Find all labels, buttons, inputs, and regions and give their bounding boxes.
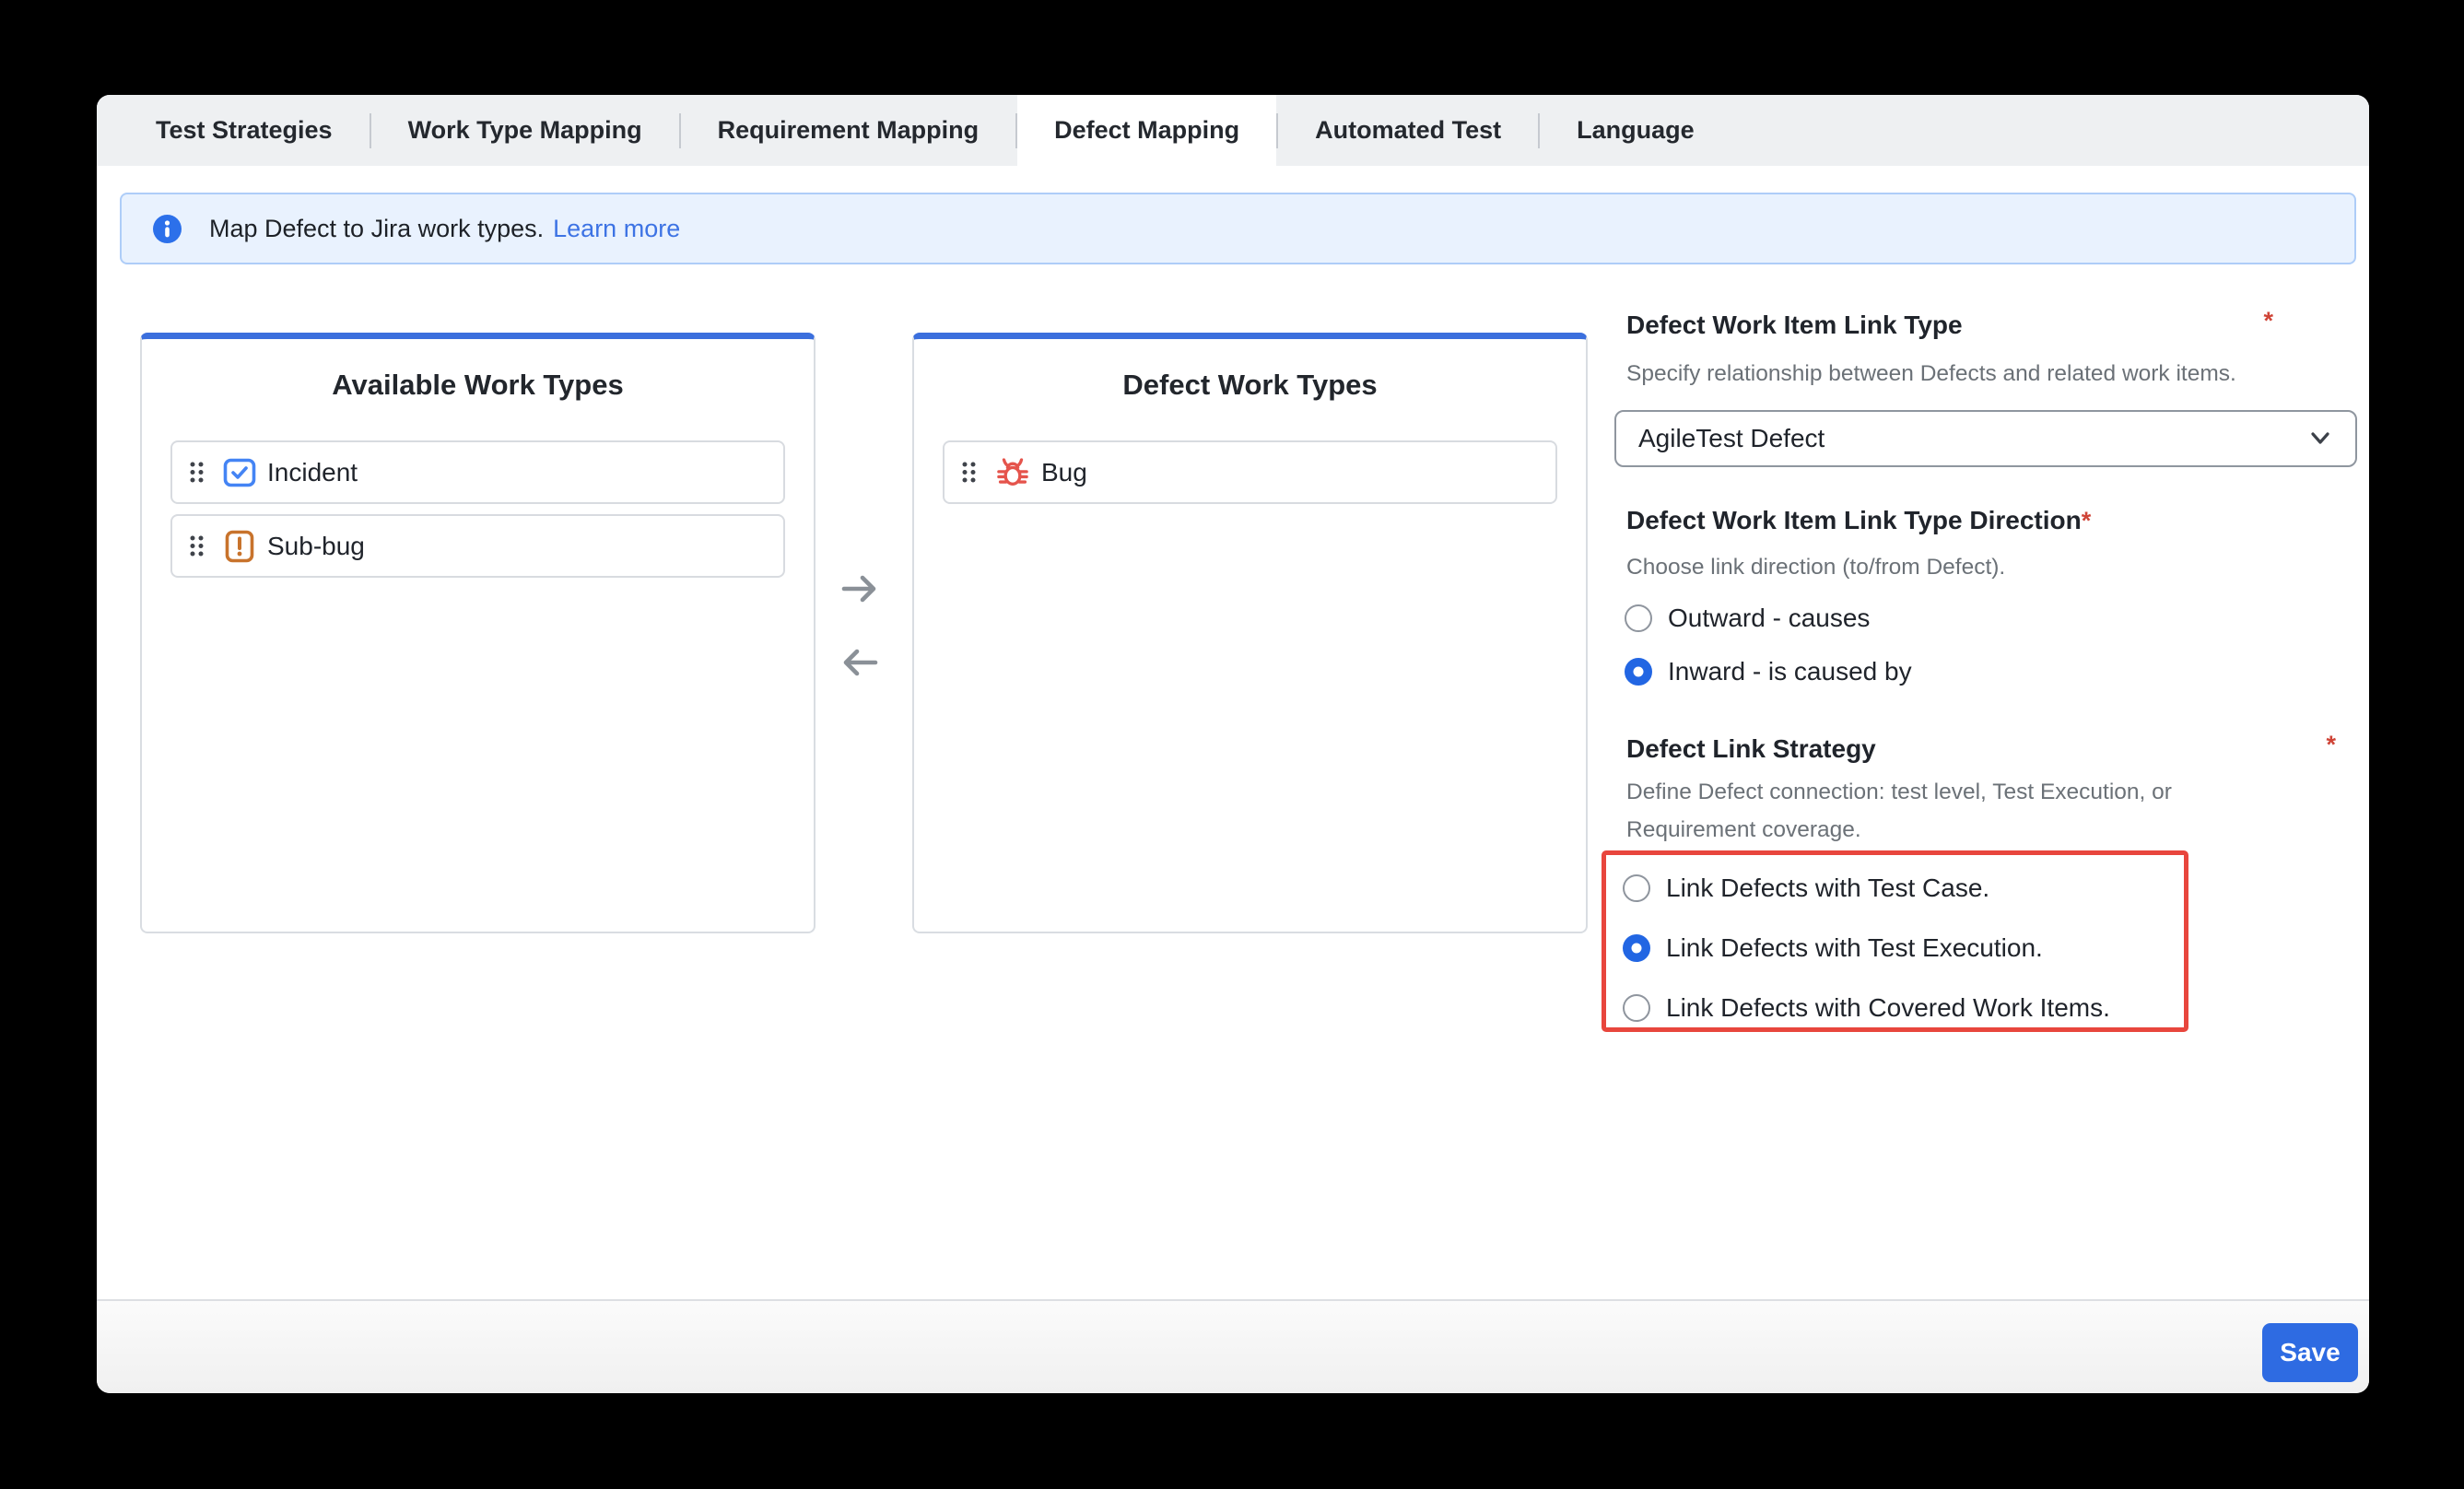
radio-link-defects-covered-work-items[interactable]: Link Defects with Covered Work Items.	[1623, 993, 2110, 1023]
required-asterisk: *	[2082, 507, 2092, 534]
info-banner: Map Defect to Jira work types. Learn mor…	[120, 193, 2356, 264]
radio-circle-icon[interactable]	[1625, 604, 1652, 632]
work-item-label: Sub-bug	[267, 532, 365, 561]
radio-outward-causes[interactable]: Outward - causes	[1625, 604, 1870, 633]
panel-title: Defect Work Types	[914, 369, 1586, 402]
radio-label: Link Defects with Test Execution.	[1666, 933, 2043, 963]
radio-link-defects-test-execution[interactable]: Link Defects with Test Execution.	[1623, 933, 2043, 963]
tab-defect-mapping[interactable]: Defect Mapping	[1017, 95, 1276, 166]
radio-circle-icon[interactable]	[1623, 934, 1650, 962]
radio-label: Link Defects with Test Case.	[1666, 873, 1989, 903]
panel-title: Available Work Types	[142, 369, 814, 402]
link-type-label: Defect Work Item Link Type	[1626, 311, 1963, 340]
work-item-incident[interactable]: Incident	[170, 440, 785, 504]
move-left-arrow-icon[interactable]	[839, 646, 880, 679]
link-type-description: Specify relationship between Defects and…	[1626, 355, 2236, 393]
radio-inward-is-caused-by[interactable]: Inward - is caused by	[1625, 657, 1912, 686]
footer-bar: Save	[97, 1299, 2369, 1393]
drag-handle-icon[interactable]	[961, 460, 977, 485]
strategy-description: Define Defect connection: test level, Te…	[1626, 773, 2179, 849]
chevron-down-icon	[2307, 429, 2333, 448]
incident-icon	[223, 456, 256, 489]
radio-circle-icon[interactable]	[1623, 874, 1650, 902]
required-asterisk: *	[2326, 731, 2336, 759]
drag-handle-icon[interactable]	[189, 533, 205, 558]
learn-more-link[interactable]: Learn more	[553, 215, 680, 243]
settings-window: Test Strategies Work Type Mapping Requir…	[97, 95, 2369, 1393]
radio-label: Outward - causes	[1668, 604, 1870, 633]
available-items-list: Incident Sub-bug	[170, 440, 785, 588]
sub-bug-icon	[223, 530, 256, 563]
tab-requirement-mapping[interactable]: Requirement Mapping	[681, 95, 1016, 166]
link-type-select[interactable]: AgileTest Defect	[1614, 410, 2357, 467]
radio-circle-icon[interactable]	[1625, 658, 1652, 686]
tab-language[interactable]: Language	[1540, 95, 1731, 166]
radio-circle-icon[interactable]	[1623, 994, 1650, 1022]
defect-items-list: Bug	[943, 440, 1557, 514]
tab-bar: Test Strategies Work Type Mapping Requir…	[97, 95, 2369, 166]
tab-work-type-mapping[interactable]: Work Type Mapping	[371, 95, 679, 166]
save-button[interactable]: Save	[2262, 1323, 2358, 1382]
radio-link-defects-test-case[interactable]: Link Defects with Test Case.	[1623, 873, 1989, 903]
move-right-arrow-icon[interactable]	[839, 572, 880, 605]
required-asterisk: *	[2263, 307, 2273, 335]
strategy-label: Defect Link Strategy	[1626, 734, 1876, 764]
available-work-types-panel: Available Work Types Incident	[140, 333, 815, 933]
defect-work-types-panel: Defect Work Types	[912, 333, 1588, 933]
work-item-bug[interactable]: Bug	[943, 440, 1557, 504]
work-item-label: Bug	[1041, 458, 1087, 487]
radio-label: Inward - is caused by	[1668, 657, 1912, 686]
info-icon	[153, 215, 182, 243]
direction-label-text: Defect Work Item Link Type Direction	[1626, 506, 2082, 534]
tab-test-strategies[interactable]: Test Strategies	[119, 95, 370, 166]
radio-label: Link Defects with Covered Work Items.	[1666, 993, 2110, 1023]
work-item-label: Incident	[267, 458, 358, 487]
bug-icon	[995, 455, 1030, 490]
link-type-selected-value: AgileTest Defect	[1638, 424, 1825, 453]
banner-message: Map Defect to Jira work types.	[209, 215, 544, 243]
tab-automated-test[interactable]: Automated Test	[1278, 95, 1538, 166]
direction-description: Choose link direction (to/from Defect).	[1626, 548, 2005, 586]
work-item-sub-bug[interactable]: Sub-bug	[170, 514, 785, 578]
direction-label: Defect Work Item Link Type Direction*	[1626, 506, 2091, 535]
drag-handle-icon[interactable]	[189, 460, 205, 485]
